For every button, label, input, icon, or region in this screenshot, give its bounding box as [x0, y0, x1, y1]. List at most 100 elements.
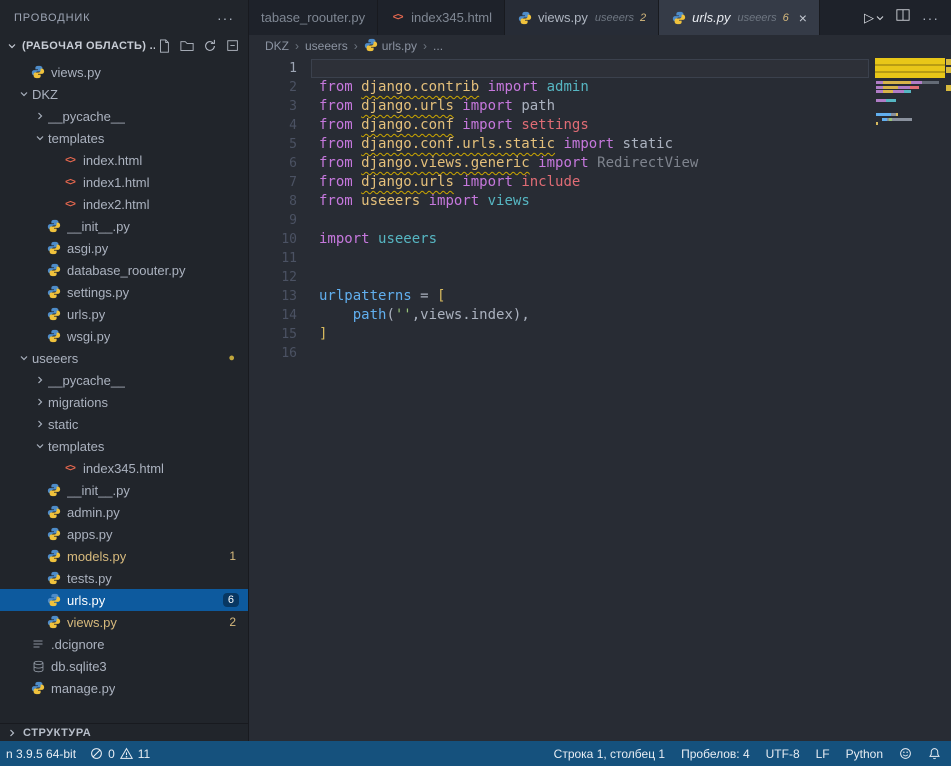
cursor-position-status[interactable]: Строка 1, столбец 1	[554, 747, 665, 761]
tree-item-models.py[interactable]: models.py1	[0, 545, 248, 567]
code-line-8[interactable]: 8from useeers import views	[249, 192, 951, 211]
breadcrumb-label: useeers	[305, 39, 348, 53]
explorer-more-icon[interactable]: ···	[217, 10, 234, 26]
python-interpreter-status[interactable]: n 3.9.5 64-bit	[6, 747, 76, 761]
breadcrumb-item-...[interactable]: ...	[433, 39, 443, 53]
tree-item-index1.html[interactable]: <>index1.html	[0, 171, 248, 193]
code-text: from django.urls import path	[297, 97, 555, 116]
line-number: 13	[249, 287, 297, 306]
code-line-13[interactable]: 13urlpatterns = [	[249, 287, 951, 306]
file-label: db.sqlite3	[51, 659, 107, 674]
code-line-14[interactable]: 14 path('',views.index),	[249, 306, 951, 325]
file-label: __init__.py	[67, 219, 130, 234]
indentation-status[interactable]: Пробелов: 4	[681, 747, 750, 761]
python-file-icon	[46, 218, 62, 234]
editor-actions: ▷ ···	[852, 0, 951, 35]
code-line-16[interactable]: 16	[249, 344, 951, 363]
tree-folder-templates[interactable]: templates	[0, 435, 248, 457]
language-mode-status[interactable]: Python	[846, 747, 883, 761]
tree-folder-__pycache__[interactable]: __pycache__	[0, 369, 248, 391]
tree-item-views.py[interactable]: views.py	[0, 61, 248, 83]
breadcrumb-item-DKZ[interactable]: DKZ	[265, 39, 289, 53]
minimap[interactable]	[875, 57, 947, 741]
code-line-4[interactable]: 4from django.conf import settings	[249, 116, 951, 135]
tree-item-admin.py[interactable]: admin.py	[0, 501, 248, 523]
workspace-section-header[interactable]: (РАБОЧАЯ ОБЛАСТЬ) ...	[0, 35, 248, 57]
code-line-12[interactable]: 12	[249, 268, 951, 287]
minimap-line	[876, 113, 898, 116]
minimap-warning-highlight	[875, 58, 945, 78]
file-label: static	[48, 417, 78, 432]
code-editor[interactable]: 12from django.contrib import admin3from …	[249, 57, 951, 741]
tree-item-index2.html[interactable]: <>index2.html	[0, 193, 248, 215]
python-file-icon	[46, 262, 62, 278]
new-folder-icon[interactable]	[180, 39, 194, 53]
tree-item-urls.py[interactable]: urls.py6	[0, 589, 248, 611]
bell-icon[interactable]	[928, 747, 941, 760]
code-text: from django.conf import settings	[297, 116, 589, 135]
tree-folder-DKZ[interactable]: DKZ	[0, 83, 248, 105]
tree-item-views.py[interactable]: views.py2	[0, 611, 248, 633]
editor-more-icon[interactable]: ···	[922, 10, 939, 26]
collapse-all-icon[interactable]	[226, 39, 240, 53]
code-line-15[interactable]: 15]	[249, 325, 951, 344]
tree-folder-static[interactable]: static	[0, 413, 248, 435]
code-line-7[interactable]: 7from django.urls import include	[249, 173, 951, 192]
chevron-right-icon	[32, 108, 48, 124]
tree-item-db.sqlite3[interactable]: db.sqlite3	[0, 655, 248, 677]
tree-folder-__pycache__[interactable]: __pycache__	[0, 105, 248, 127]
tab-title: views.py	[538, 10, 588, 25]
tab-views.py[interactable]: views.pyuseeers2	[505, 0, 659, 35]
line-number: 2	[249, 78, 297, 97]
code-line-10[interactable]: 10import useeers	[249, 230, 951, 249]
code-line-9[interactable]: 9	[249, 211, 951, 230]
tree-item-__init__.py[interactable]: __init__.py	[0, 215, 248, 237]
feedback-icon[interactable]	[899, 747, 912, 760]
tree-item-tests.py[interactable]: tests.py	[0, 567, 248, 589]
file-tree: views.pyDKZ__pycache__templates<>index.h…	[0, 57, 248, 723]
tree-item-.dcignore[interactable]: .dcignore	[0, 633, 248, 655]
code-text: ]	[297, 325, 327, 344]
tree-item-apps.py[interactable]: apps.py	[0, 523, 248, 545]
run-python-button[interactable]: ▷	[864, 10, 884, 26]
file-label: migrations	[48, 395, 108, 410]
python-file-icon	[46, 284, 62, 300]
tree-item-asgi.py[interactable]: asgi.py	[0, 237, 248, 259]
encoding-status[interactable]: UTF-8	[766, 747, 800, 761]
tab-urls.py[interactable]: urls.pyuseeers6×	[659, 0, 820, 35]
breadcrumb-item-urls.py[interactable]: urls.py	[364, 38, 417, 55]
tree-item-index345.html[interactable]: <>index345.html	[0, 457, 248, 479]
tree-folder-templates[interactable]: templates	[0, 127, 248, 149]
breadcrumb-item-useeers[interactable]: useeers	[305, 39, 348, 53]
close-icon[interactable]: ×	[799, 10, 807, 26]
outline-section-header[interactable]: СТРУКТУРА	[0, 723, 248, 741]
file-label: manage.py	[51, 681, 115, 696]
tree-folder-migrations[interactable]: migrations	[0, 391, 248, 413]
eol-status[interactable]: LF	[816, 747, 830, 761]
tree-item-__init__.py[interactable]: __init__.py	[0, 479, 248, 501]
tab-problems-badge: 2	[640, 12, 646, 24]
code-line-1[interactable]: 1	[249, 59, 951, 78]
tree-item-manage.py[interactable]: manage.py	[0, 677, 248, 699]
overview-ruler-warning-mark	[946, 85, 951, 91]
line-number: 9	[249, 211, 297, 230]
refresh-icon[interactable]	[203, 39, 217, 53]
tree-folder-useeers[interactable]: useeers●	[0, 347, 248, 369]
code-text: import useeers	[297, 230, 437, 249]
new-file-icon[interactable]	[157, 39, 171, 53]
tree-item-settings.py[interactable]: settings.py	[0, 281, 248, 303]
tree-item-index.html[interactable]: <>index.html	[0, 149, 248, 171]
tree-item-database_roouter.py[interactable]: database_roouter.py	[0, 259, 248, 281]
tree-item-urls.py[interactable]: urls.py	[0, 303, 248, 325]
split-editor-icon[interactable]	[896, 8, 910, 27]
code-line-11[interactable]: 11	[249, 249, 951, 268]
line-number: 6	[249, 154, 297, 173]
code-line-2[interactable]: 2from django.contrib import admin	[249, 78, 951, 97]
tab-index345.html[interactable]: <>index345.html	[378, 0, 505, 35]
code-line-3[interactable]: 3from django.urls import path	[249, 97, 951, 116]
code-line-6[interactable]: 6from django.views.generic import Redire…	[249, 154, 951, 173]
tab-tabase_roouter.py[interactable]: tabase_roouter.py	[249, 0, 378, 35]
tree-item-wsgi.py[interactable]: wsgi.py	[0, 325, 248, 347]
problems-status[interactable]: 0 11	[90, 747, 150, 761]
code-line-5[interactable]: 5from django.conf.urls.static import sta…	[249, 135, 951, 154]
